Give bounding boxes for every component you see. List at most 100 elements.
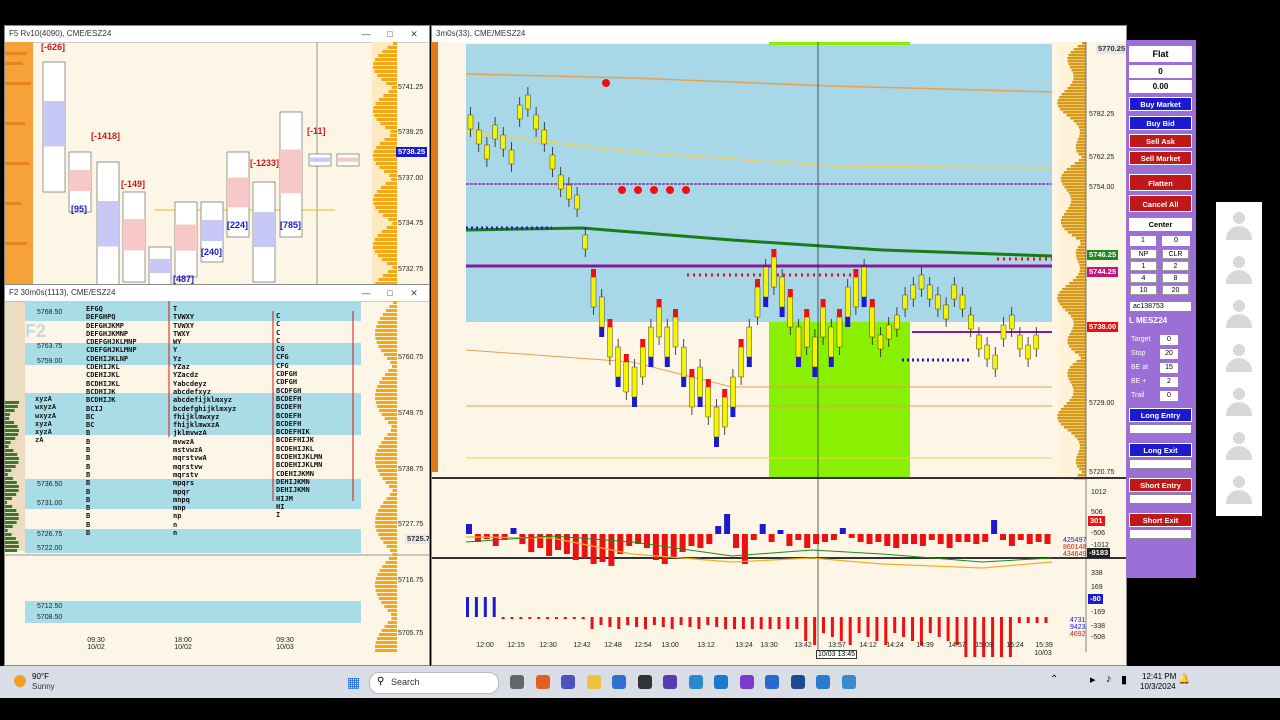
long-entry-button[interactable]: Long Entry (1129, 408, 1192, 422)
clock-date[interactable]: 10/3/2024 (1140, 682, 1176, 691)
app-icon[interactable] (689, 675, 703, 689)
weather-temp[interactable]: 90°F (32, 672, 49, 681)
participant-avatar-icon[interactable] (1223, 342, 1255, 378)
cancel-all-button[interactable]: Cancel All (1129, 195, 1192, 212)
stop-input[interactable]: 20 (1160, 349, 1178, 359)
weather-icon[interactable] (14, 675, 26, 687)
app-icon[interactable] (765, 675, 779, 689)
visual-studio-icon[interactable] (740, 675, 754, 689)
volume-bar (5, 529, 8, 532)
trail-input[interactable]: 0 (1160, 391, 1178, 401)
delta-bar (795, 534, 802, 540)
close-icon[interactable]: ✕ (403, 26, 425, 42)
window-title-bar[interactable]: F2 30m0s(1113), CME/ESZ24 — □ ✕ (5, 285, 429, 302)
volume-bar (391, 613, 397, 616)
volume-bar (1060, 108, 1086, 111)
volume-bar (1067, 375, 1086, 378)
price-tick: 5741.25 (398, 84, 424, 91)
battery-icon[interactable]: ▮ (1121, 673, 1127, 686)
qty-1-button[interactable]: 1 (1130, 261, 1157, 271)
short-exit-select[interactable] (1129, 529, 1192, 539)
teams-icon[interactable] (561, 675, 575, 689)
tray-chevron-icon[interactable]: ⌃ (1050, 674, 1058, 685)
candle-body (943, 304, 949, 320)
time-tick: 15:39 (1035, 642, 1053, 649)
copilot-icon[interactable] (536, 675, 550, 689)
quantity-value[interactable]: 0 (1162, 236, 1190, 246)
participant-avatar-icon[interactable] (1223, 430, 1255, 466)
qty-20-button[interactable]: 20 (1162, 285, 1189, 295)
window-title-bar[interactable]: F5 Rv10(4090), CME/ESZ24 — □ ✕ (5, 26, 429, 43)
short-exit-button[interactable]: Short Exit (1129, 513, 1192, 527)
short-entry-button[interactable]: Short Entry (1129, 478, 1192, 492)
app-icon[interactable] (638, 675, 652, 689)
participant-avatar-icon[interactable] (1223, 474, 1255, 510)
buy-market-button[interactable]: Buy Market (1129, 97, 1192, 111)
notification-icon[interactable]: 🔔 (1178, 674, 1190, 685)
app-icon[interactable] (842, 675, 856, 689)
buy-bid-button[interactable]: Buy Bid (1129, 116, 1192, 130)
delta-bar (537, 534, 544, 548)
delta-bar (1000, 534, 1006, 540)
close-icon[interactable]: ✕ (403, 285, 425, 301)
volume-icon[interactable]: ♪ (1106, 673, 1112, 685)
volume-bar (1072, 327, 1086, 330)
clr-button[interactable]: CLR (1162, 249, 1189, 259)
volume-bar (385, 373, 397, 376)
delta-hist-bar (599, 617, 603, 625)
center-button[interactable]: Center (1129, 218, 1192, 231)
delta-hist-bar (1000, 617, 1003, 657)
clock-time[interactable]: 12:41 PM (1142, 672, 1176, 681)
be-at-input[interactable]: 15 (1160, 363, 1178, 373)
account-select[interactable]: ac138753 (1129, 301, 1192, 312)
short-entry-select[interactable] (1129, 494, 1192, 504)
qty-2-button[interactable]: 2 (1162, 261, 1189, 271)
volume-bar (5, 417, 10, 420)
sell-ask-button[interactable]: Sell Ask (1129, 134, 1192, 148)
edge-icon[interactable] (714, 675, 728, 689)
volume-bar (1068, 312, 1086, 315)
price-tick: 5760.75 (398, 354, 424, 361)
app-icon[interactable] (663, 675, 677, 689)
target-input[interactable]: 0 (1160, 335, 1178, 345)
time-tick: 18:00 (174, 637, 192, 644)
maximize-icon[interactable]: □ (379, 26, 401, 42)
quantity-spinner[interactable]: 1 (1130, 236, 1156, 246)
qty-10-button[interactable]: 10 (1130, 285, 1157, 295)
minimize-icon[interactable]: — (355, 26, 377, 42)
participant-avatar-icon[interactable] (1223, 298, 1255, 334)
participant-avatar-icon[interactable] (1223, 386, 1255, 422)
delta-block (779, 307, 785, 317)
taskview-icon[interactable] (510, 675, 524, 689)
participant-avatar-icon[interactable] (1223, 210, 1255, 246)
candle-body (1025, 344, 1031, 360)
search-box[interactable]: ⚲ Search (369, 672, 499, 694)
long-entry-select[interactable] (1129, 424, 1192, 434)
be-plus-input[interactable]: 2 (1160, 377, 1178, 387)
time-tick: 14:57 (948, 642, 966, 649)
participant-avatar-icon[interactable] (1223, 254, 1255, 290)
flatten-button[interactable]: Flatten (1129, 174, 1192, 191)
long-exit-button[interactable]: Long Exit (1129, 443, 1192, 457)
np-button[interactable]: NP (1130, 249, 1157, 259)
candle-chart[interactable] (432, 42, 1126, 665)
long-exit-select[interactable] (1129, 459, 1192, 469)
file-explorer-icon[interactable] (587, 675, 601, 689)
window-title-bar[interactable]: 3m0s(33), CME/MESZ24 (432, 26, 1126, 43)
qty-4-button[interactable]: 4 (1130, 273, 1157, 283)
mail-icon[interactable] (612, 675, 626, 689)
time-tick: 12:42 (573, 642, 591, 649)
volume-bar (1069, 333, 1086, 336)
delta-bar (902, 534, 909, 544)
qty-8-button[interactable]: 8 (1162, 273, 1189, 283)
maximize-icon[interactable]: □ (379, 285, 401, 301)
sell-market-button[interactable]: Sell Market (1129, 151, 1192, 165)
footprint-poc (123, 219, 145, 251)
network-icon[interactable]: ▸ (1090, 673, 1096, 686)
app-icon[interactable] (791, 675, 805, 689)
volume-bar (1070, 51, 1086, 54)
volume-bar (5, 505, 13, 508)
minimize-icon[interactable]: — (355, 285, 377, 301)
start-icon[interactable]: ▦ (347, 675, 360, 689)
app-icon[interactable] (816, 675, 830, 689)
